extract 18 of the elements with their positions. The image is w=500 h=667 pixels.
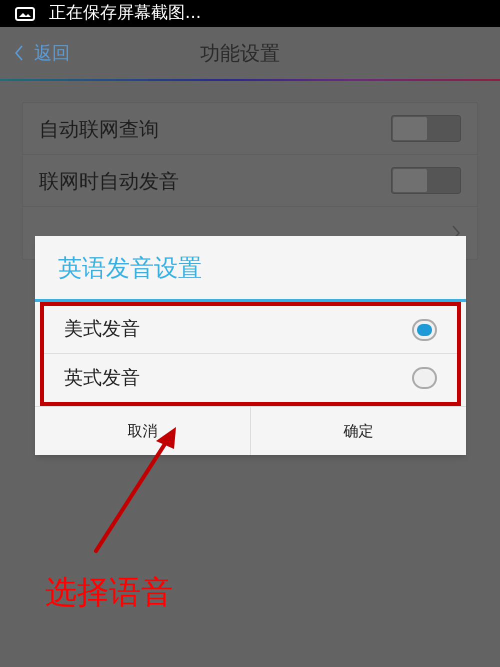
setting-label: 自动联网查询 [39,116,159,142]
dialog-title: 英语发音设置 [58,252,202,284]
option-row[interactable]: 英式发音 [44,354,457,402]
toggle-switch[interactable] [391,115,461,142]
dialog-button[interactable]: 取消 [35,407,250,455]
toggle-switch[interactable] [391,167,461,194]
radio-button[interactable] [412,318,437,340]
option-row[interactable]: 美式发音 [44,306,457,354]
status-text: 正在保存屏幕截图... [49,2,202,25]
radio-button[interactable] [412,367,437,389]
option-label: 美式发音 [64,317,140,342]
page-title: 功能设置 [200,40,280,67]
setting-label: 联网时自动发音 [39,168,179,194]
chevron-left-icon [14,45,24,61]
image-icon [15,6,35,20]
option-label: 英式发音 [64,366,140,391]
dialog-button[interactable]: 确定 [250,407,466,455]
annotation-text: 选择语音 [45,572,173,613]
